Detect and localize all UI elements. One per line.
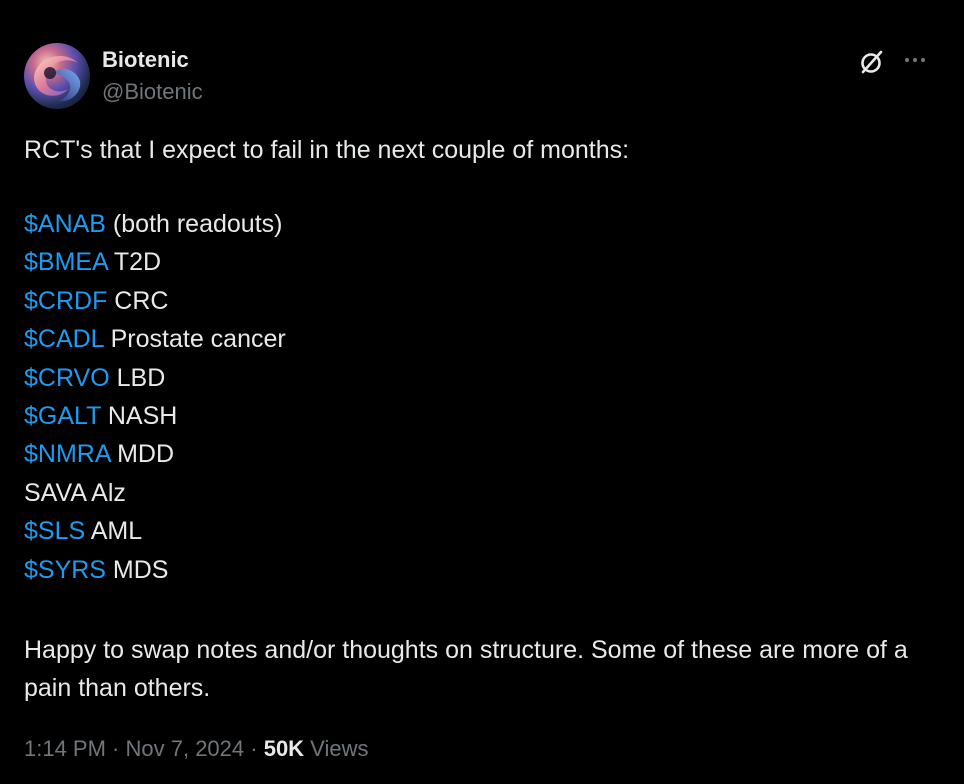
views-label: Views: [304, 736, 369, 761]
ticker-row: $SLS AML: [24, 515, 286, 553]
ticker-note: SAVA Alz: [24, 478, 126, 507]
meta-separator: ·: [244, 736, 264, 761]
cashtag-link[interactable]: $CRVO: [24, 364, 110, 392]
avatar[interactable]: [24, 43, 90, 109]
ticker-row: $GALT NASH: [24, 400, 286, 438]
tweet-date[interactable]: Nov 7, 2024: [126, 736, 245, 761]
grok-button[interactable]: [857, 47, 887, 77]
grok-slash-circle-icon: [861, 50, 883, 74]
tweet-time[interactable]: 1:14 PM: [24, 736, 106, 761]
cashtag-link[interactable]: $SLS: [24, 517, 85, 545]
ticker-row: SAVA Alz: [24, 477, 286, 515]
meta-separator: ·: [105, 736, 126, 761]
ticker-row: $ANAB (both readouts): [24, 208, 286, 246]
ticker-row: $CRVO LBD: [24, 362, 286, 400]
cashtag-link[interactable]: $SYRS: [24, 556, 106, 584]
author-handle[interactable]: @Biotenic: [102, 78, 203, 106]
ticker-row: $SYRS MDS: [24, 554, 286, 592]
ticker-note: NASH: [100, 401, 178, 430]
ticker-row: $CRDF CRC: [24, 285, 286, 323]
ticker-note: (both readouts): [105, 210, 283, 238]
tweet-intro-text: RCT's that I expect to fail in the next …: [24, 136, 630, 164]
tweet-card: Biotenic @Biotenic RCT's that I expect t…: [0, 0, 964, 784]
cashtag-link[interactable]: $NMRA: [24, 440, 110, 468]
ticker-note: LBD: [109, 363, 166, 392]
ticker-note: AML: [85, 517, 143, 546]
author-display-name[interactable]: Biotenic: [102, 46, 189, 74]
cashtag-link[interactable]: $BMEA: [24, 248, 107, 276]
ticker-row: $CADL Prostate cancer: [24, 323, 286, 361]
cashtag-link[interactable]: $GALT: [24, 402, 101, 430]
ticker-note: MDS: [105, 555, 169, 584]
abstract-swirl-avatar-icon: [34, 55, 81, 102]
ticker-note: T2D: [107, 248, 162, 277]
cashtag-link[interactable]: $ANAB: [24, 210, 106, 238]
tweet-closing-text: Happy to swap notes and/or thoughts on s…: [24, 636, 908, 702]
ticker-row: $BMEA T2D: [24, 246, 286, 284]
cashtag-link[interactable]: $CADL: [24, 325, 104, 353]
more-dots-icon: [905, 58, 925, 62]
views-count[interactable]: 50K: [264, 736, 304, 761]
cashtag-link[interactable]: $CRDF: [24, 287, 107, 315]
tweet-meta: 1:14 PM · Nov 7, 2024 · 50K Views: [24, 735, 368, 763]
ticker-row: $NMRA MDD: [24, 438, 286, 476]
more-options-button[interactable]: [900, 47, 930, 77]
ticker-note: MDD: [110, 440, 175, 469]
ticker-note: CRC: [107, 286, 169, 315]
ticker-note: Prostate cancer: [103, 325, 286, 354]
ticker-list: $ANAB (both readouts) $BMEA T2D $CRDF CRC $…: [24, 208, 286, 592]
